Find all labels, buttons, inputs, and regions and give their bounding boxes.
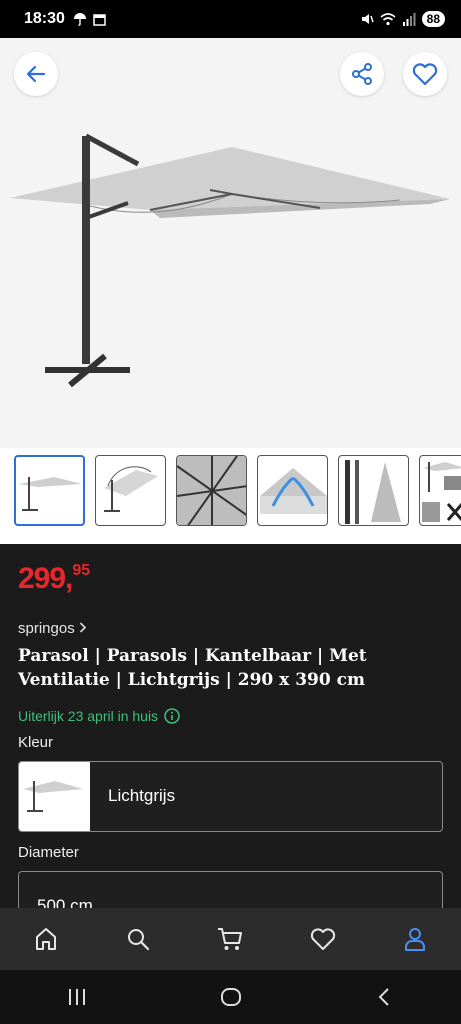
umbrella-icon xyxy=(73,13,86,26)
delivery-text: Uiterlijk 23 april in huis xyxy=(18,708,159,724)
diameter-value: 500 cm xyxy=(37,896,93,908)
color-label: Kleur xyxy=(18,734,54,751)
favorite-button[interactable] xyxy=(403,52,447,96)
system-navigation xyxy=(0,970,461,1024)
thumbnail-strip xyxy=(0,448,461,544)
color-selector[interactable]: Lichtgrijs xyxy=(18,761,443,832)
thumbnail-6[interactable] xyxy=(419,455,461,526)
status-bar: 18:30 88 xyxy=(0,0,461,38)
signal-icon xyxy=(402,12,416,26)
ventilation-thumbnail xyxy=(260,468,327,514)
back-button[interactable] xyxy=(14,52,58,96)
heart-icon xyxy=(412,63,438,86)
arrow-left-icon xyxy=(26,65,46,83)
wifi-icon xyxy=(380,12,396,25)
parasol-thumbnail xyxy=(19,477,82,511)
battery-indicator: 88 xyxy=(421,11,445,27)
price-cents: 95 xyxy=(72,562,91,579)
cart-icon xyxy=(218,928,243,950)
brand-name: springos xyxy=(18,620,75,637)
mute-icon xyxy=(361,14,374,24)
nav-home[interactable] xyxy=(23,916,69,962)
nav-cart[interactable] xyxy=(207,916,253,962)
bottom-navigation xyxy=(0,908,461,970)
home-icon[interactable] xyxy=(220,986,242,1008)
color-swatch-image xyxy=(19,762,90,831)
diameter-label: Diameter xyxy=(18,844,79,861)
frame-detail-thumbnail xyxy=(177,456,246,525)
parasol-image xyxy=(10,133,450,388)
calendar-icon xyxy=(93,13,106,26)
product-image[interactable] xyxy=(0,38,461,448)
diameter-selector[interactable]: 500 cm xyxy=(18,871,443,908)
search-icon xyxy=(128,929,150,951)
heart-icon xyxy=(310,928,335,950)
thumbnail-5[interactable] xyxy=(338,455,409,526)
tilted-parasol-thumbnail xyxy=(104,466,158,512)
home-icon xyxy=(36,928,57,950)
thumbnail-3[interactable] xyxy=(176,455,247,526)
thumbnail-4[interactable] xyxy=(257,455,328,526)
nav-favorites[interactable] xyxy=(300,916,346,962)
status-time: 18:30 xyxy=(24,10,65,27)
price-whole: 299, xyxy=(18,562,73,595)
closed-parasol-thumbnail xyxy=(345,460,401,524)
chevron-right-icon xyxy=(79,622,87,633)
share-button[interactable] xyxy=(340,52,384,96)
info-icon[interactable] xyxy=(164,708,180,724)
product-title: Parasol | Parasols | Kantelbaar | Met Ve… xyxy=(18,646,367,690)
product-details: 299,95 springos Parasol | Parasols | Kan… xyxy=(0,544,461,908)
brand-link[interactable]: springos xyxy=(18,620,87,637)
thumbnail-1[interactable] xyxy=(14,455,85,526)
delivery-info: Uiterlijk 23 april in huis xyxy=(18,708,180,724)
price: 299,95 xyxy=(18,562,90,596)
recents-icon[interactable] xyxy=(66,987,88,1007)
nav-search[interactable] xyxy=(115,916,161,962)
collage-thumbnail xyxy=(422,462,461,522)
user-icon xyxy=(404,928,425,951)
parasol-swatch xyxy=(23,781,83,812)
back-icon[interactable] xyxy=(375,987,395,1007)
thumbnail-2[interactable] xyxy=(95,455,166,526)
share-icon xyxy=(352,63,372,85)
nav-account[interactable] xyxy=(392,916,438,962)
color-value: Lichtgrijs xyxy=(108,786,176,805)
